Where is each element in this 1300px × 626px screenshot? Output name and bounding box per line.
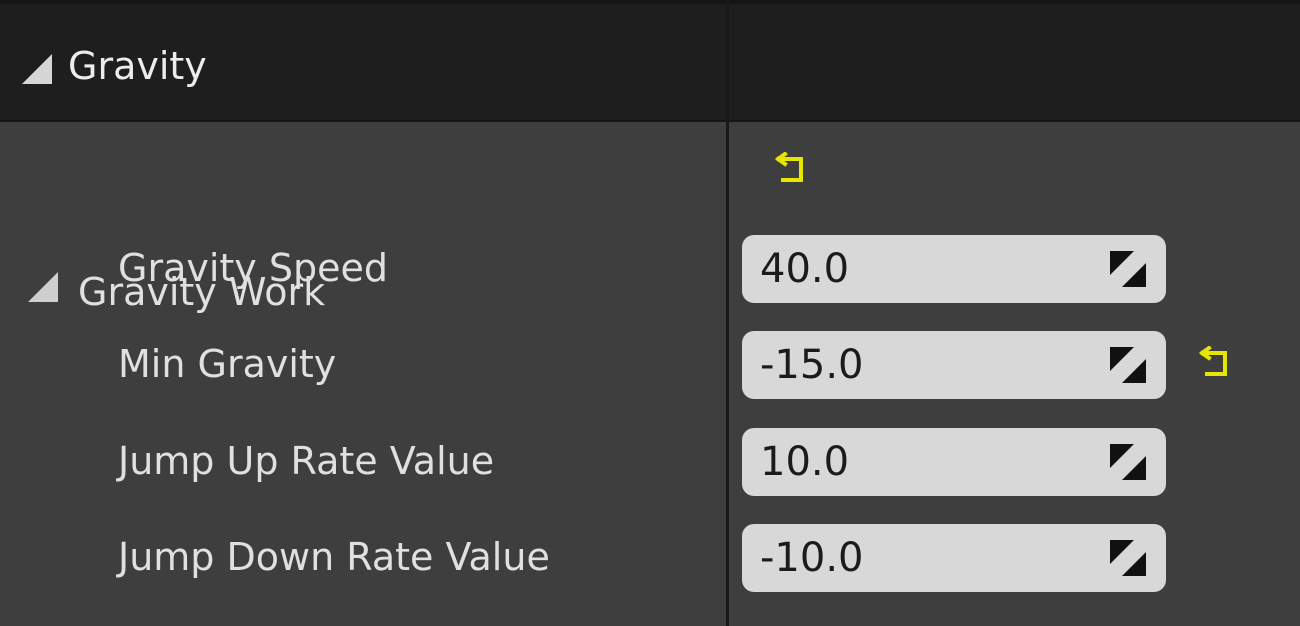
property-label-min-gravity: Min Gravity: [118, 342, 337, 386]
jump-up-rate-value-input[interactable]: 10.0: [742, 428, 1166, 496]
drag-handle-icon[interactable]: [1110, 444, 1146, 480]
group-row-gravity-work[interactable]: Gravity Work: [0, 122, 726, 314]
collapse-arrow-icon[interactable]: [22, 54, 52, 84]
property-label-gravity-speed: Gravity Speed: [118, 246, 388, 290]
field-value: -15.0: [760, 342, 864, 388]
min-gravity-input[interactable]: -15.0: [742, 331, 1166, 399]
gravity-speed-input[interactable]: 40.0: [742, 235, 1166, 303]
property-label-jump-down-rate-value: Jump Down Rate Value: [118, 535, 550, 579]
jump-down-rate-value-input[interactable]: -10.0: [742, 524, 1166, 592]
reset-to-default-icon[interactable]: [774, 152, 808, 186]
collapse-arrow-icon[interactable]: [28, 272, 58, 302]
category-header-gravity[interactable]: Gravity: [0, 4, 1300, 122]
field-value: 40.0: [760, 246, 850, 292]
details-panel: Gravity Gravity Work Gravity Speed 40.0 …: [0, 0, 1300, 626]
drag-handle-icon[interactable]: [1110, 251, 1146, 287]
property-label-jump-up-rate-value: Jump Up Rate Value: [118, 439, 495, 483]
reset-to-default-icon[interactable]: [1198, 346, 1232, 380]
category-label: Gravity: [68, 44, 207, 88]
column-divider[interactable]: [726, 0, 729, 626]
field-value: 10.0: [760, 439, 850, 485]
drag-handle-icon[interactable]: [1110, 347, 1146, 383]
field-value: -10.0: [760, 535, 864, 581]
drag-handle-icon[interactable]: [1110, 540, 1146, 576]
